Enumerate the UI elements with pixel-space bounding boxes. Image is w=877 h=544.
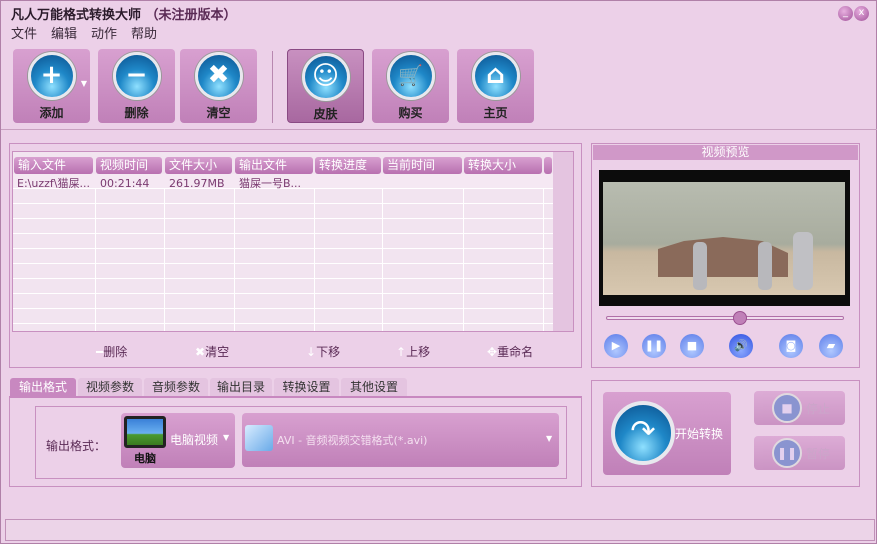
cart-icon: 🛒 [386,52,435,100]
smiley-icon: ☺ [301,53,350,101]
file-table[interactable]: 输入文件 视频时间 文件大小 输出文件 转换进度 当前时间 转换大小 E:\uz… [12,151,574,332]
pause-icon[interactable]: ❚❚ [642,334,666,358]
col-extra [544,157,552,174]
col-file-size[interactable]: 文件大小 [165,157,232,174]
device-value: 电脑视频 [170,433,219,447]
clear-button[interactable]: ✖ 清空 [180,49,257,123]
output-format-label: 输出格式： [46,439,107,453]
device-icon-label: 电脑 [134,452,156,465]
rename-icon: ✥ [487,345,498,359]
delete-button[interactable]: − 删除 [98,49,175,123]
cell-file-size: 261.97MB [169,177,225,190]
menu-bar: 文件 编辑 动作 帮助 [11,23,157,42]
list-delete-button[interactable]: ━删除 [96,343,127,360]
home-button[interactable]: ⌂ 主页 [457,49,534,123]
col-duration[interactable]: 视频时间 [96,157,162,174]
unregistered-label: （未注册版本） [145,8,237,23]
list-clear-label: 清空 [205,345,230,359]
format-select[interactable]: AVI - 音频视频交错格式(*.avi) ▼ [242,413,559,467]
skin-button[interactable]: ☺ 皮肤 [287,49,364,123]
skin-label: 皮肤 [313,107,338,121]
close-button[interactable]: x [854,6,869,21]
rename-button[interactable]: ✥重命名 [487,343,533,360]
tab-output-format[interactable]: 输出格式 [10,378,76,396]
table-scroll-area[interactable] [553,152,573,331]
stop-icon: ■ [772,393,802,423]
camera-icon[interactable]: ◙ [779,334,803,358]
move-down-button[interactable]: ↓下移 [306,343,340,360]
minus-icon: − [112,52,161,100]
volume-icon[interactable]: 🔊 [729,334,753,358]
start-convert-label: 开始转换 [675,427,724,441]
plus-icon: + [27,52,76,100]
box-icon [245,425,273,451]
tab-other-settings[interactable]: 其他设置 [341,378,407,396]
format-value: AVI - 音频视频交错格式(*.avi) [277,434,428,447]
tab-audio-params[interactable]: 音频参数 [144,378,208,396]
preview-title: 视频预览 [593,145,858,160]
home-label: 主页 [483,106,508,120]
col-output-file[interactable]: 输出文件 [235,157,313,174]
cell-input-file: E:\uzzf\猫屎... [17,177,90,190]
pause-label: 暂停 [806,447,831,461]
play-icon[interactable]: ▶ [604,334,628,358]
x-icon: ✖ [195,345,206,359]
add-label: 添加 [39,106,64,120]
x-icon: ✖ [194,52,243,100]
stop-button[interactable]: ■ 停止 [754,391,845,425]
start-convert-button[interactable]: ↷ 开始转换 [603,392,731,475]
menu-edit[interactable]: 编辑 [51,23,77,42]
list-clear-button[interactable]: ✖清空 [195,343,229,360]
seek-slider[interactable] [606,311,844,325]
col-current-time[interactable]: 当前时间 [383,157,462,174]
toolbar-divider [272,51,273,123]
folder-icon[interactable]: ▰ [819,334,843,358]
status-bar [5,519,875,541]
cell-duration: 00:21:44 [100,177,150,190]
stop-icon[interactable]: ■ [680,334,704,358]
chevron-down-icon: ▼ [546,434,553,443]
menu-file[interactable]: 文件 [11,23,37,42]
add-button[interactable]: + 添加 ▼ [13,49,90,123]
col-input-file[interactable]: 输入文件 [14,157,93,174]
home-icon: ⌂ [471,52,520,100]
clear-label: 清空 [206,106,231,120]
tab-output-dir[interactable]: 输出目录 [210,378,272,396]
buy-label: 购买 [398,106,423,120]
menu-action[interactable]: 动作 [91,23,117,42]
monitor-icon [124,416,166,448]
stop-label: 停止 [806,402,831,416]
tab-video-params[interactable]: 视频参数 [78,378,142,396]
device-select[interactable]: 电脑 电脑视频 ▼ [121,413,235,468]
minimize-button[interactable]: _ [838,6,853,21]
menu-help[interactable]: 帮助 [131,23,157,42]
move-up-button[interactable]: ↑上移 [396,343,430,360]
rename-label: 重命名 [497,345,534,359]
list-delete-label: 删除 [103,345,128,359]
move-up-label: 上移 [406,345,431,359]
chevron-down-icon: ▼ [223,433,230,442]
col-converted-size[interactable]: 转换大小 [464,157,542,174]
forward-arrow-icon: ↷ [611,401,675,465]
buy-button[interactable]: 🛒 购买 [372,49,449,123]
window-title: 凡人万能格式转换大师 （未注册版本） [11,4,237,23]
arrow-down-icon: ↓ [306,345,317,359]
tab-convert-settings[interactable]: 转换设置 [274,378,339,396]
arrow-up-icon: ↑ [396,345,407,359]
delete-label: 删除 [124,106,149,120]
dropdown-arrow-icon[interactable]: ▼ [81,79,87,88]
pause-button[interactable]: ❚❚ 暂停 [754,436,845,470]
video-preview [599,170,850,306]
cell-output-file: 猫屎一号B... [239,177,302,190]
pause-icon: ❚❚ [772,438,802,468]
col-progress[interactable]: 转换进度 [315,157,381,174]
app-title: 凡人万能格式转换大师 [11,8,142,23]
move-down-label: 下移 [316,345,341,359]
video-frame [603,182,845,295]
divider [1,129,877,130]
